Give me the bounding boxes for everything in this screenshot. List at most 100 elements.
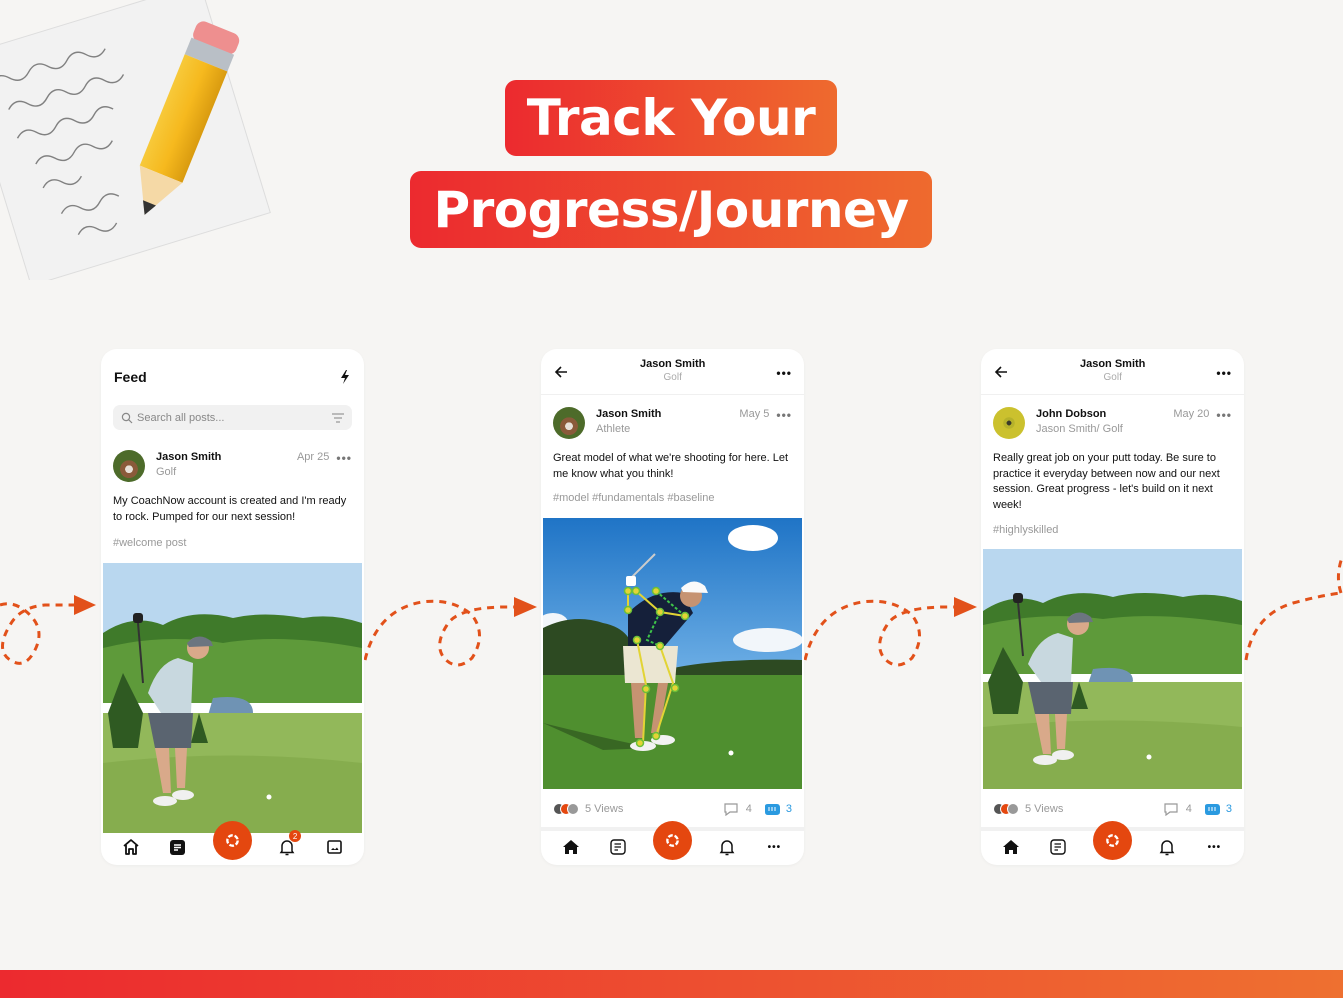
more-options-icon[interactable]: ••• bbox=[1216, 409, 1232, 421]
post-body: Really great job on your putt today. Be … bbox=[993, 452, 1220, 511]
tab-more[interactable]: ••• bbox=[762, 835, 786, 859]
avatar[interactable] bbox=[113, 450, 145, 482]
views-count[interactable]: 5 Views bbox=[1025, 803, 1063, 815]
post-author[interactable]: Jason Smith bbox=[156, 450, 297, 465]
camera-shutter-icon bbox=[1106, 833, 1119, 847]
golfer-swing-pose-analysis-photo[interactable] bbox=[543, 518, 802, 789]
post-date: May 5 bbox=[739, 408, 770, 420]
views-count[interactable]: 5 Views bbox=[585, 803, 623, 815]
phone-post-detail-screen: Jason Smith Golf ••• John Dobson Jason S… bbox=[981, 349, 1244, 865]
notes-pencil-icon bbox=[0, 0, 271, 280]
more-options-icon[interactable]: ••• bbox=[776, 409, 792, 421]
more-options-icon[interactable]: ••• bbox=[776, 367, 792, 379]
camera-shutter-icon bbox=[226, 833, 239, 847]
search-placeholder: Search all posts... bbox=[137, 411, 225, 424]
lightning-icon[interactable] bbox=[340, 370, 350, 384]
feed-title: Feed bbox=[114, 369, 147, 385]
golfer-tee-shot-photo[interactable] bbox=[983, 549, 1242, 789]
golfer-tee-shot-photo[interactable] bbox=[103, 563, 362, 833]
nav-header: Jason Smith Golf ••• bbox=[981, 349, 1244, 395]
post-author[interactable]: John Dobson bbox=[1036, 407, 1173, 422]
bell-icon bbox=[719, 839, 735, 855]
tab-notifications[interactable]: 2 bbox=[275, 830, 302, 859]
post-header: Jason Smith Golf Apr 25 ••• bbox=[101, 450, 364, 482]
bottom-gradient-bar bbox=[0, 970, 1343, 998]
tab-more[interactable]: ••• bbox=[1202, 835, 1226, 859]
arrowhead-icon bbox=[74, 595, 96, 615]
nav-title: Jason Smith bbox=[639, 358, 706, 371]
viewer-avatars[interactable] bbox=[993, 803, 1019, 815]
nav-header: Jason Smith Golf ••• bbox=[541, 349, 804, 395]
back-arrow-icon[interactable] bbox=[553, 364, 569, 380]
post-header: John Dobson Jason Smith/ Golf May 20 ••• bbox=[981, 407, 1244, 439]
post-tags[interactable]: #highlyskilled bbox=[981, 524, 1244, 536]
more-icon: ••• bbox=[767, 841, 782, 853]
comment-icon bbox=[1164, 802, 1178, 816]
post-tags[interactable]: #welcome post bbox=[101, 537, 364, 549]
flow-arrow-4 bbox=[1244, 554, 1343, 661]
notes-icon bbox=[170, 839, 186, 855]
search-input[interactable]: Search all posts... bbox=[113, 405, 352, 430]
arrowhead-icon bbox=[514, 597, 537, 617]
filter-icon[interactable] bbox=[332, 412, 344, 423]
arrowhead-icon bbox=[954, 597, 977, 617]
back-arrow-icon[interactable] bbox=[993, 364, 1009, 380]
tab-home[interactable] bbox=[119, 835, 143, 859]
fist-bump-icon bbox=[1204, 804, 1220, 815]
more-options-icon[interactable]: ••• bbox=[1216, 367, 1232, 379]
comments-button[interactable]: 4 bbox=[724, 802, 752, 816]
comments-count: 4 bbox=[745, 803, 752, 815]
comment-icon bbox=[724, 802, 738, 816]
fist-bump-icon bbox=[764, 804, 780, 815]
tab-notes[interactable] bbox=[166, 835, 190, 859]
post-body: Great model of what we're shooting for h… bbox=[553, 452, 789, 480]
tab-notes[interactable] bbox=[606, 835, 630, 859]
phone-feed-screen: Feed Search all posts... Jason Smith Gol… bbox=[101, 349, 364, 865]
capture-button[interactable] bbox=[212, 820, 252, 860]
flow-arrow-1 bbox=[0, 595, 96, 665]
home-icon bbox=[562, 840, 579, 854]
avatar[interactable] bbox=[553, 407, 585, 439]
capture-button[interactable] bbox=[652, 820, 692, 860]
feed-header: Feed bbox=[101, 349, 364, 405]
home-icon bbox=[123, 839, 139, 855]
nav-subtitle: Golf bbox=[1103, 372, 1122, 384]
avatar[interactable] bbox=[993, 407, 1025, 439]
more-icon: ••• bbox=[1207, 841, 1222, 853]
viewer-avatars[interactable] bbox=[553, 803, 579, 815]
fist-bump-button[interactable]: 3 bbox=[764, 803, 792, 815]
flow-arrow-3 bbox=[803, 597, 977, 667]
fist-bump-count: 3 bbox=[785, 803, 792, 815]
nav-title: Jason Smith bbox=[1079, 358, 1146, 371]
post-author[interactable]: Jason Smith bbox=[596, 407, 739, 422]
notes-icon bbox=[1050, 839, 1066, 855]
fist-bump-count: 3 bbox=[1225, 803, 1232, 815]
post-date: Apr 25 bbox=[296, 451, 330, 463]
comments-button[interactable]: 4 bbox=[1164, 802, 1192, 816]
tab-bar: ••• bbox=[541, 820, 804, 865]
camera-shutter-icon bbox=[666, 833, 679, 847]
flow-arrow-2 bbox=[363, 597, 537, 667]
post-tags[interactable]: #model #fundamentals #baseline bbox=[541, 492, 804, 504]
post-body: My CoachNow account is created and I'm r… bbox=[113, 495, 347, 523]
gallery-icon bbox=[327, 840, 342, 854]
tab-notes[interactable] bbox=[1046, 835, 1070, 859]
notes-icon bbox=[610, 839, 626, 855]
tab-home[interactable] bbox=[999, 835, 1023, 859]
comments-count: 4 bbox=[1185, 803, 1192, 815]
tab-bar: ••• bbox=[981, 820, 1244, 865]
capture-button[interactable] bbox=[1092, 820, 1132, 860]
post-role: Jason Smith/ Golf bbox=[1036, 423, 1123, 436]
tab-notifications[interactable] bbox=[1155, 835, 1179, 859]
fist-bump-button[interactable]: 3 bbox=[1204, 803, 1232, 815]
tab-home[interactable] bbox=[559, 835, 583, 859]
post-date: May 20 bbox=[1173, 408, 1210, 420]
nav-subtitle: Golf bbox=[663, 372, 682, 384]
search-icon bbox=[121, 412, 133, 423]
notification-badge: 2 bbox=[289, 830, 302, 842]
tab-notifications[interactable] bbox=[715, 835, 739, 859]
post-header: Jason Smith Athlete May 5 ••• bbox=[541, 407, 804, 439]
tab-gallery[interactable] bbox=[322, 835, 346, 859]
more-options-icon[interactable]: ••• bbox=[336, 452, 352, 464]
post-role: Golf bbox=[156, 466, 177, 479]
